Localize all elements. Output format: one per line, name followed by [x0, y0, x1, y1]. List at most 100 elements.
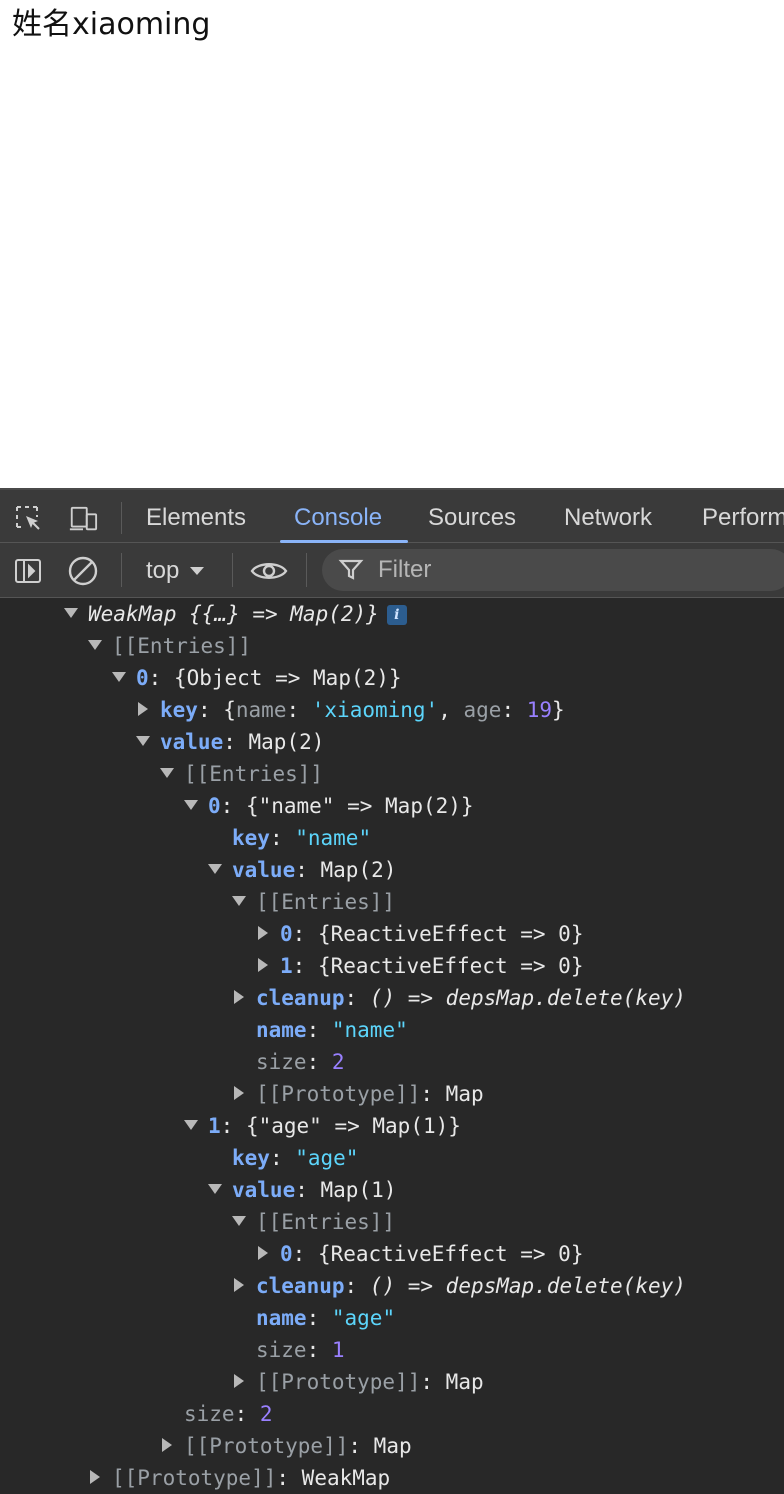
prop-value: value [160, 730, 224, 754]
info-badge-icon[interactable]: i [386, 605, 407, 625]
live-expression-eye-icon[interactable] [250, 555, 288, 587]
tab-performance[interactable]: Perform [702, 503, 784, 533]
value-summary: Map(2) [248, 730, 325, 754]
tree-row-cleanup[interactable]: cleanup: () => depsMap.delete(key) [232, 982, 686, 1014]
tree-row-weakmap[interactable]: WeakMap {{…} => Map(2)} i [64, 598, 407, 630]
brace-close: } [552, 698, 565, 722]
collapse-triangle-icon[interactable] [234, 1086, 244, 1100]
tab-console[interactable]: Console [294, 503, 382, 533]
tree-row-value[interactable]: value: Map(2) [136, 726, 324, 758]
tree-row-entries[interactable]: [[Entries]] [88, 630, 251, 662]
entry-index: 1 [280, 954, 293, 978]
entries-label: [[Entries]] [112, 634, 252, 658]
tab-sources[interactable]: Sources [428, 503, 516, 533]
prototype-value: Map [373, 1434, 412, 1458]
expand-triangle-icon[interactable] [64, 608, 78, 618]
filter-input[interactable] [378, 555, 758, 585]
tree-row-value[interactable]: value: Map(1) [208, 1174, 396, 1206]
tab-elements[interactable]: Elements [146, 503, 246, 533]
tree-row-dep-entries[interactable]: [[Entries]] [232, 886, 395, 918]
prototype-value: WeakMap [301, 1466, 391, 1490]
prototype-label: [[Prototype]] [256, 1370, 421, 1394]
expand-triangle-icon[interactable] [88, 640, 102, 650]
collapse-triangle-icon[interactable] [258, 1246, 268, 1260]
expand-triangle-icon[interactable] [112, 672, 126, 682]
collapse-triangle-icon[interactable] [162, 1438, 172, 1452]
expand-triangle-icon[interactable] [184, 1120, 198, 1130]
number-value: 1 [331, 1338, 345, 1362]
tree-row-map-entry-0[interactable]: 0: {"name" => Map(2)} [184, 790, 474, 822]
device-toggle-icon[interactable] [68, 504, 98, 534]
tree-row-dep-0[interactable]: 0: {ReactiveEffect => 0} [256, 918, 583, 950]
value-summary: Map(1) [320, 1178, 397, 1202]
tree-row-map-entry-1[interactable]: 1: {"age" => Map(1)} [184, 1110, 461, 1142]
prototype-label: [[Prototype]] [112, 1466, 277, 1490]
prop-name: name [256, 1306, 307, 1330]
expand-triangle-icon[interactable] [208, 864, 222, 874]
function-value: () => depsMap.delete(key) [369, 986, 686, 1010]
prop-cleanup: cleanup [256, 1274, 345, 1298]
string-value: "name" [295, 826, 372, 850]
tree-row-key: key: "name" [232, 826, 372, 850]
collapse-triangle-icon[interactable] [234, 1278, 244, 1292]
entry-index: 0 [208, 794, 221, 818]
context-dropdown-icon [190, 567, 205, 575]
tree-row-dep-1[interactable]: 1: {ReactiveEffect => 0} [256, 950, 583, 982]
tree-row-inner-entries[interactable]: [[Entries]] [160, 758, 323, 790]
prototype-value: Map [445, 1370, 484, 1394]
number-value: 2 [331, 1050, 345, 1074]
prop-size: size [256, 1338, 307, 1362]
tree-row-key: key: "age" [232, 1146, 359, 1170]
prop-value: value [232, 858, 296, 882]
tab-network[interactable]: Network [564, 503, 652, 533]
expand-triangle-icon[interactable] [184, 800, 198, 810]
expand-triangle-icon[interactable] [136, 736, 150, 746]
tree-row-dep-entries[interactable]: [[Entries]] [232, 1206, 395, 1238]
tree-row-prototype[interactable]: [[Prototype]]: Map [232, 1366, 484, 1398]
expand-triangle-icon[interactable] [160, 768, 174, 778]
tree-row-root-prototype[interactable]: [[Prototype]]: WeakMap [88, 1462, 390, 1494]
expand-triangle-icon[interactable] [208, 1184, 222, 1194]
expand-triangle-icon[interactable] [232, 896, 246, 906]
tree-row-prototype[interactable]: [[Prototype]]: Map [232, 1078, 484, 1110]
collapse-triangle-icon[interactable] [138, 702, 148, 716]
expand-triangle-icon[interactable] [232, 1216, 246, 1226]
prop-name: name [256, 1018, 307, 1042]
prop-size: size [256, 1050, 307, 1074]
prop-value: value [232, 1178, 296, 1202]
tree-row-value[interactable]: value: Map(2) [208, 854, 396, 886]
prototype-label: [[Prototype]] [256, 1082, 421, 1106]
entry-index: 0 [280, 1242, 293, 1266]
brace-open: { [223, 698, 236, 722]
tree-row-entry-0[interactable]: 0: {Object => Map(2)} [112, 662, 402, 694]
object-prop-name: name [235, 698, 287, 722]
object-prop-value: 'xiaoming' [311, 698, 439, 722]
entry-summary: {ReactiveEffect => 0} [317, 922, 584, 946]
filter-funnel-icon [338, 559, 364, 580]
tree-row-outer-prototype[interactable]: [[Prototype]]: Map [160, 1430, 412, 1462]
sidebar-toggle-icon[interactable] [12, 555, 44, 587]
devtools-panel: Elements Console Sources Network Perform… [0, 488, 784, 1494]
tree-row-key[interactable]: key: {name: 'xiaoming', age: 19} [136, 694, 565, 726]
clear-console-icon[interactable] [67, 555, 99, 587]
tree-row-dep-0[interactable]: 0: {ReactiveEffect => 0} [256, 1238, 583, 1270]
tree-row-cleanup[interactable]: cleanup: () => depsMap.delete(key) [232, 1270, 686, 1302]
collapse-triangle-icon[interactable] [90, 1470, 100, 1484]
tree-row-name: name: "name" [256, 1018, 408, 1042]
inspect-element-icon[interactable] [14, 504, 44, 534]
collapse-triangle-icon[interactable] [234, 1374, 244, 1388]
toolbar-divider [232, 553, 233, 587]
collapse-triangle-icon[interactable] [234, 990, 244, 1004]
object-prop-age-value: 19 [526, 698, 553, 722]
filter-box [322, 549, 784, 591]
entry-summary: {"age" => Map(1)} [245, 1114, 461, 1138]
collapse-triangle-icon[interactable] [258, 958, 268, 972]
object-prop-age: age [463, 698, 502, 722]
context-selector[interactable]: top [146, 555, 205, 587]
function-value: () => depsMap.delete(key) [369, 1274, 686, 1298]
collapse-triangle-icon[interactable] [258, 926, 268, 940]
toolbar-divider [121, 553, 122, 587]
value-summary: Map(2) [320, 858, 397, 882]
weakmap-summary: WeakMap {{…} => Map(2)} [88, 602, 379, 626]
page-heading-text: 姓名xiaoming [12, 7, 211, 42]
